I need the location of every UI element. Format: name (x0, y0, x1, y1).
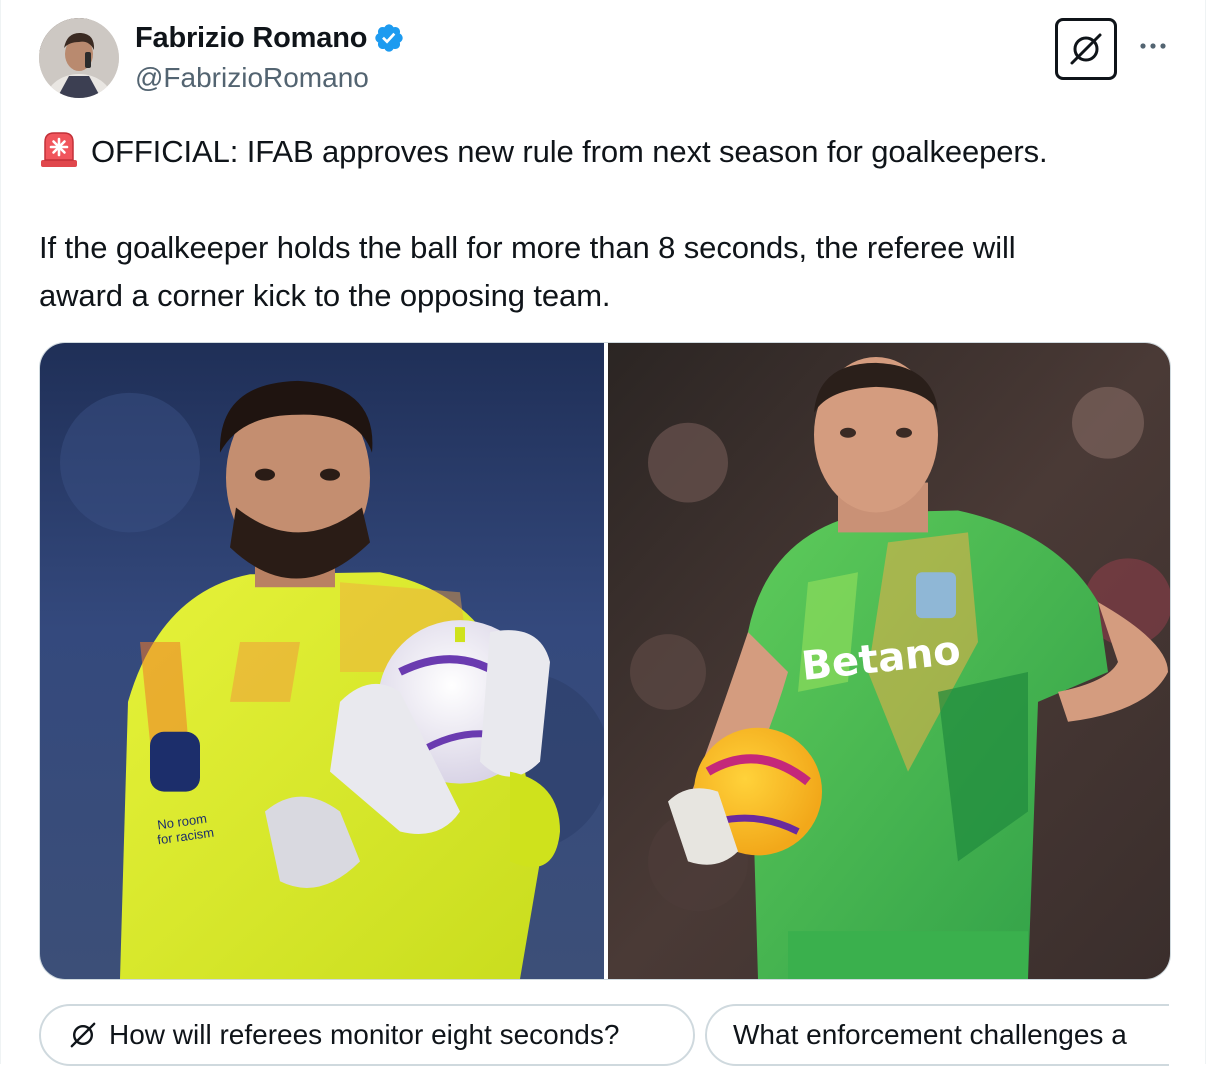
suggestion-chip-1[interactable]: How will referees monitor eight seconds? (39, 1004, 695, 1066)
author-handle[interactable]: @FabrizioRomano (135, 62, 369, 94)
siren-icon (41, 132, 77, 167)
media-grid: No room for racism Betano (39, 342, 1171, 980)
grok-button[interactable] (1055, 18, 1117, 80)
suggestion-chip-2-label: What enforcement challenges a (733, 1019, 1127, 1050)
grok-icon (70, 1022, 96, 1048)
more-options-button[interactable] (1133, 26, 1173, 66)
tweet-line-2: If the goalkeeper holds the ball for mor… (39, 230, 1016, 265)
tweet-text: OFFICIAL: IFAB approves new rule from ne… (39, 128, 1179, 320)
tweet-card: Fabrizio Romano @FabrizioRomano OFFICIAL… (0, 0, 1206, 1066)
tweet-line-3: award a corner kick to the opposing team… (39, 278, 611, 313)
grok-icon (1070, 33, 1102, 65)
verified-badge-icon (375, 24, 403, 52)
tweet-line-1-text: OFFICIAL: IFAB approves new rule from ne… (91, 134, 1048, 169)
author-name-row[interactable]: Fabrizio Romano (135, 20, 405, 56)
photo-left[interactable]: No room for racism (40, 343, 604, 979)
photo-right[interactable]: Betano (608, 343, 1170, 979)
grok-suggestions: How will referees monitor eight seconds?… (39, 1004, 1169, 1066)
suggestion-chip-1-label: How will referees monitor eight seconds? (109, 1019, 620, 1050)
suggestion-chip-2[interactable]: What enforcement challenges a (705, 1004, 1169, 1066)
display-name[interactable]: Fabrizio Romano (135, 22, 367, 55)
more-icon (1140, 43, 1166, 49)
tweet-line-1: OFFICIAL: IFAB approves new rule from ne… (39, 128, 1179, 176)
avatar[interactable] (39, 18, 119, 98)
